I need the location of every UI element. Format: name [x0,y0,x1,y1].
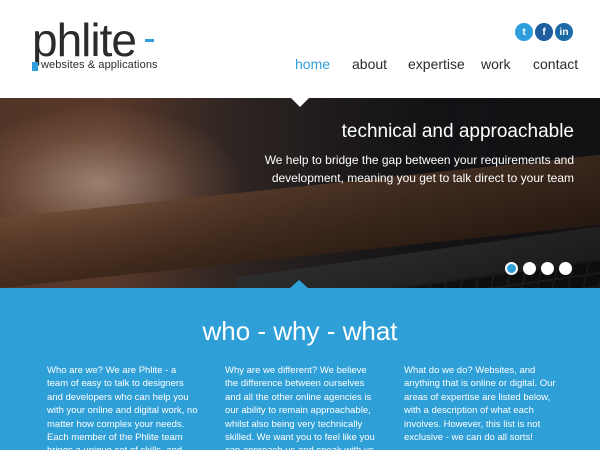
nav-home[interactable]: home [295,56,330,72]
nav-pointer-notch [291,98,309,107]
column-why: Why are we different? We believe the dif… [225,365,375,450]
column-who: Who are we? We are Phlite - a team of ea… [47,365,198,450]
logo-accent-bar [32,62,38,71]
slider-dots [505,262,572,275]
nav-contact[interactable]: contact [533,56,578,72]
nav-work[interactable]: work [481,56,511,72]
slider-dot-1[interactable] [505,262,518,275]
section-pointer-notch [290,280,308,288]
nav-about[interactable]: about [352,56,387,72]
logo-accent-dash [145,39,154,42]
logo-tagline: websites & applications [41,59,158,71]
logo[interactable]: phlite websites & applications [32,14,162,74]
site-header: phlite websites & applications t f in ho… [0,0,600,98]
linkedin-icon[interactable]: in [555,23,573,41]
nav-expertise[interactable]: expertise [408,56,465,72]
twitter-icon[interactable]: t [515,23,533,41]
hero-title: technical and approachable [341,121,574,142]
who-why-what-section: who - why - what Who are we? We are Phli… [0,288,600,450]
column-what: What do we do? Websites, and anything th… [404,365,556,444]
section-title: who - why - what [202,316,398,346]
slider-dot-2[interactable] [523,262,536,275]
facebook-icon[interactable]: f [535,23,553,41]
social-links: t f in [515,23,573,41]
slider-dot-3[interactable] [541,262,554,275]
slider-dot-4[interactable] [559,262,572,275]
hero-text: We help to bridge the gap between your r… [264,153,574,185]
